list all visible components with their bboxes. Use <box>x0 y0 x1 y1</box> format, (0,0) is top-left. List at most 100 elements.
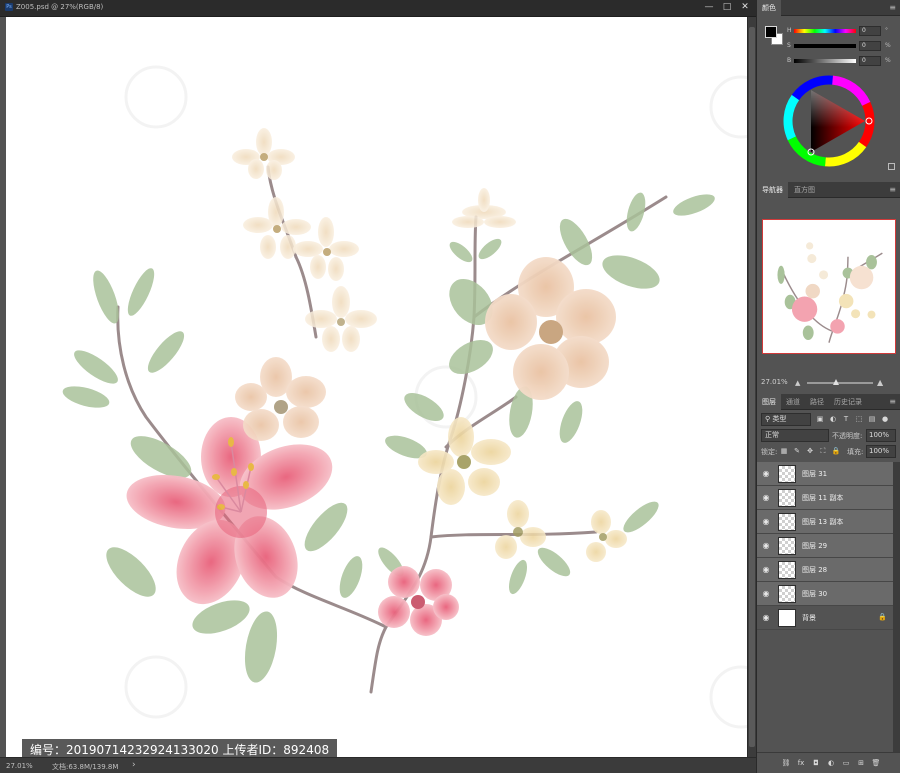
tab-channels[interactable]: 通道 <box>781 394 805 410</box>
add-mask-icon[interactable]: ◘ <box>811 758 821 768</box>
status-menu-arrow[interactable]: › <box>132 760 136 770</box>
pixel-filter-icon[interactable]: ▣ <box>815 414 825 424</box>
hue-slider[interactable] <box>794 29 856 33</box>
brightness-slider-row: B 0 % <box>787 56 895 67</box>
pale-flower-4 <box>305 286 377 352</box>
layer-name[interactable]: 图层 31 <box>802 469 827 479</box>
tab-paths[interactable]: 路径 <box>805 394 829 410</box>
layer-row-background[interactable]: ◉ 背景 🔒 <box>757 606 893 630</box>
layer-row[interactable]: ◉ 图层 29 <box>757 534 893 558</box>
panel-menu-icon[interactable]: ≡ <box>889 394 896 410</box>
document-tab-bar: Ps Z005.psd @ 27%(RGB/8) — □ ✕ <box>0 0 756 17</box>
foreground-color-swatch[interactable] <box>765 26 777 38</box>
layer-thumbnail <box>778 609 796 627</box>
layer-row[interactable]: ◉ 图层 13 副本 <box>757 510 893 534</box>
shape-filter-icon[interactable]: ⬚ <box>854 414 864 424</box>
link-layers-icon[interactable]: ⛓ <box>781 758 791 768</box>
layers-scrollbar[interactable] <box>893 462 900 752</box>
photoshop-icon: Ps <box>5 3 13 11</box>
lock-position-icon[interactable]: ✥ <box>805 446 815 456</box>
tab-color[interactable]: 颜色 <box>757 0 781 16</box>
brightness-slider[interactable] <box>794 59 856 63</box>
zoom-slider-handle[interactable] <box>833 379 839 385</box>
tab-histogram[interactable]: 直方图 <box>789 182 820 198</box>
canvas-vertical-scrollbar[interactable] <box>747 17 756 757</box>
delete-layer-icon[interactable]: 🗑 <box>871 758 881 768</box>
layer-name[interactable]: 图层 11 副本 <box>802 493 843 503</box>
layers-panel-tabs: 图层 通道 路径 历史记录 ≡ <box>757 394 900 410</box>
pale-flower-5 <box>452 188 516 228</box>
layer-name[interactable]: 图层 30 <box>802 589 827 599</box>
lock-label: 锁定: <box>761 448 778 456</box>
tab-layers[interactable]: 图层 <box>757 394 781 410</box>
scrollbar-thumb[interactable] <box>749 27 755 747</box>
maximize-button[interactable]: □ <box>720 1 734 14</box>
floral-artwork <box>62 65 747 729</box>
layer-name[interactable]: 图层 29 <box>802 541 827 551</box>
panel-menu-icon[interactable]: ≡ <box>889 182 896 198</box>
layer-row[interactable]: ◉ 图层 31 <box>757 462 893 486</box>
zoom-in-icon[interactable]: ▲ <box>877 378 883 387</box>
color-panel: H 0 ° S 0 % B 0 % <box>757 17 900 182</box>
resize-icon[interactable] <box>888 163 895 170</box>
tab-navigator[interactable]: 导航器 <box>757 182 788 198</box>
lock-artboard-icon[interactable]: ⛶ <box>818 446 828 456</box>
color-wheel[interactable] <box>781 73 877 173</box>
lock-all-icon[interactable]: 🔒 <box>831 446 841 456</box>
hue-ring[interactable] <box>781 73 877 169</box>
lock-pixels-icon[interactable]: ✎ <box>792 446 802 456</box>
blend-mode-select[interactable]: 正常 <box>761 429 829 442</box>
new-layer-icon[interactable]: ⊞ <box>856 758 866 768</box>
navigator-zoom-value[interactable]: 27.01% <box>761 378 788 386</box>
layer-row[interactable]: ◉ 图层 28 <box>757 558 893 582</box>
status-zoom[interactable]: 27.01% <box>6 762 33 770</box>
tab-history[interactable]: 历史记录 <box>829 394 867 410</box>
layer-kind-filter[interactable]: ⚲ 类型 <box>761 413 811 426</box>
eye-icon[interactable]: ◉ <box>761 469 771 479</box>
cream-flower-tiny <box>586 510 627 562</box>
lock-row: 锁定: ▦ ✎ ✥ ⛶ 🔒 填充: 100% <box>761 445 897 459</box>
lock-transparency-icon[interactable]: ▦ <box>779 446 789 456</box>
layer-row[interactable]: ◉ 图层 11 副本 <box>757 486 893 510</box>
saturation-value-field[interactable]: 0 <box>859 41 881 51</box>
filter-toggle-icon[interactable]: ● <box>880 414 890 424</box>
layer-filter-icons: ▣ ◐ T ⬚ ▤ ● <box>815 414 890 424</box>
eye-icon[interactable]: ◉ <box>761 541 771 551</box>
document-tab[interactable]: Ps Z005.psd @ 27%(RGB/8) <box>5 3 103 11</box>
fill-field[interactable]: 100% <box>866 445 896 458</box>
brightness-value-field[interactable]: 0 <box>859 56 881 66</box>
zoom-slider[interactable] <box>807 382 873 384</box>
blend-row: 正常 不透明度: 100% <box>761 429 897 443</box>
saturation-slider[interactable] <box>794 44 856 48</box>
saturation-label: S <box>787 42 791 49</box>
layer-thumbnail <box>778 585 796 603</box>
eye-icon[interactable]: ◉ <box>761 517 771 527</box>
type-filter-icon[interactable]: T <box>841 414 851 424</box>
panel-menu-icon[interactable]: ≡ <box>889 0 896 16</box>
document-canvas[interactable]: 编号：20190714232924133020 上传者ID：892408 <box>6 17 747 757</box>
adjustment-layer-icon[interactable]: ◐ <box>826 758 836 768</box>
minimize-button[interactable]: — <box>702 1 716 14</box>
color-panel-tabs: 颜色 ≡ <box>757 0 900 16</box>
navigator-preview[interactable] <box>762 219 896 354</box>
zoom-out-icon[interactable]: ▲ <box>795 379 800 387</box>
hue-value-field[interactable]: 0 <box>859 26 881 36</box>
layer-name[interactable]: 图层 13 副本 <box>802 517 843 527</box>
layer-row[interactable]: ◉ 图层 30 <box>757 582 893 606</box>
eye-icon[interactable]: ◉ <box>761 613 771 623</box>
eye-icon[interactable]: ◉ <box>761 565 771 575</box>
new-group-icon[interactable]: ▭ <box>841 758 851 768</box>
eye-icon[interactable]: ◉ <box>761 493 771 503</box>
close-button[interactable]: ✕ <box>738 1 752 14</box>
smart-object-filter-icon[interactable]: ▤ <box>867 414 877 424</box>
lock-icon: 🔒 <box>878 613 887 621</box>
opacity-field[interactable]: 100% <box>866 429 896 442</box>
eye-icon[interactable]: ◉ <box>761 589 771 599</box>
layer-name[interactable]: 图层 28 <box>802 565 827 575</box>
layer-style-icon[interactable]: fx <box>796 758 806 768</box>
layer-thumbnail <box>778 513 796 531</box>
navigator-panel <box>757 199 900 374</box>
layer-kind-label: 类型 <box>772 415 787 423</box>
adjustment-filter-icon[interactable]: ◐ <box>828 414 838 424</box>
layer-name[interactable]: 背景 <box>802 613 816 623</box>
